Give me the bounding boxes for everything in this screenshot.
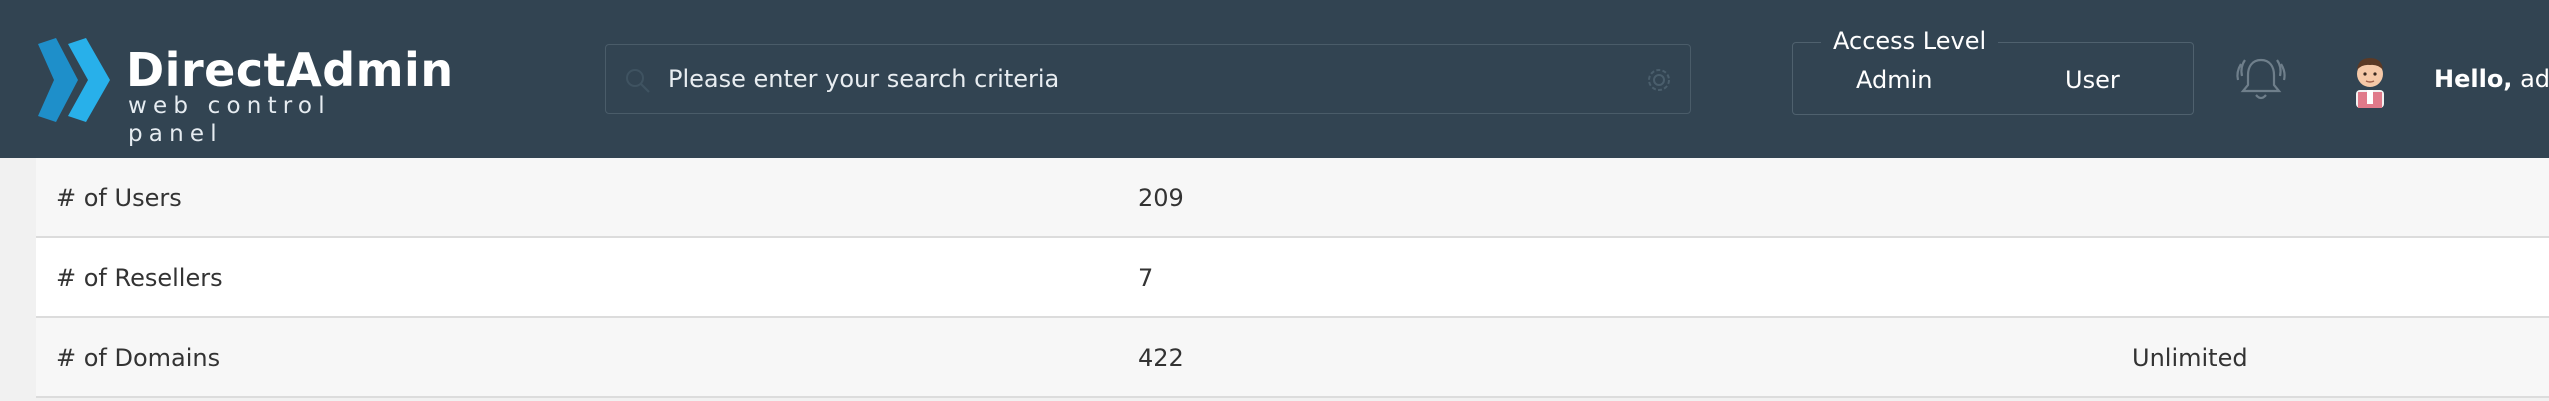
row-limit: Unlimited — [2132, 344, 2248, 372]
search-input[interactable] — [668, 45, 1618, 113]
logo-subtitle: web control panel — [128, 93, 331, 147]
search-icon — [626, 69, 650, 93]
table-row: # of Resellers 7 — [36, 238, 2549, 318]
top-header: DirectAdmin web control panel Access Lev… — [0, 0, 2549, 158]
user-greeting[interactable]: Hello, adm — [2434, 64, 2549, 94]
avatar-icon[interactable] — [2348, 52, 2392, 108]
access-level-admin-option[interactable]: Admin — [1856, 65, 1933, 95]
row-value: 209 — [1138, 184, 1184, 212]
directadmin-logo[interactable]: DirectAdmin web control panel — [38, 38, 453, 147]
bell-icon[interactable] — [2232, 54, 2290, 104]
directadmin-logo-icon — [38, 38, 110, 122]
access-level-switcher: Access Level Admin User — [1792, 27, 2194, 115]
username: adm — [2520, 65, 2549, 93]
table-row: # of Users 209 — [36, 158, 2549, 238]
row-value: 422 — [1138, 344, 1184, 372]
access-level-user-option[interactable]: User — [2065, 65, 2120, 95]
table-row: # of Domains 422 Unlimited — [36, 318, 2549, 398]
row-label: # of Users — [56, 184, 182, 212]
search-box[interactable] — [605, 44, 1691, 114]
gear-icon[interactable] — [1644, 65, 1674, 95]
hello-label: Hello, — [2434, 65, 2513, 93]
row-value: 7 — [1138, 264, 1154, 292]
row-label: # of Resellers — [56, 264, 223, 292]
logo-title: DirectAdmin — [126, 43, 454, 97]
access-level-legend: Access Level — [1821, 27, 1999, 55]
stats-table: # of Users 209 # of Resellers 7 # of Dom… — [36, 158, 2549, 398]
row-label: # of Domains — [56, 344, 221, 372]
